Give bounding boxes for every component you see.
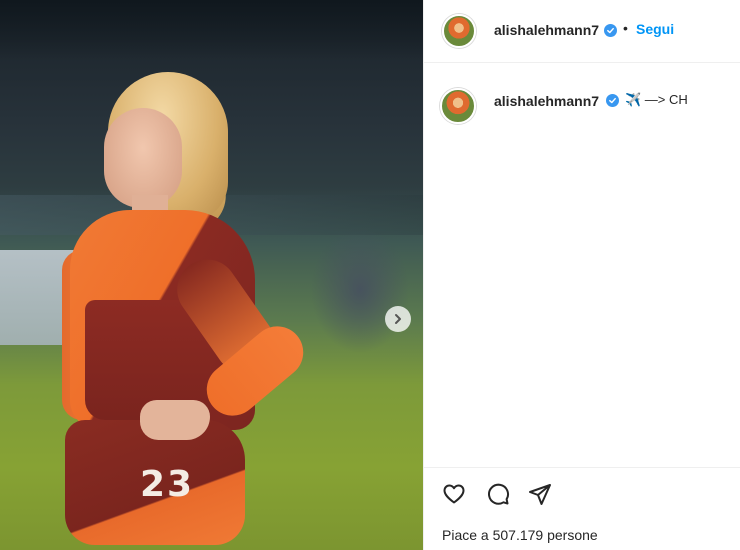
like-button[interactable]	[441, 481, 467, 507]
paper-plane-icon	[529, 484, 551, 505]
shirt-number: 23	[140, 464, 195, 505]
post-header: alishalehmann7 • Segui	[424, 0, 740, 63]
player-face	[104, 108, 182, 208]
author-username[interactable]: alishalehmann7	[494, 22, 599, 38]
post-media[interactable]: 23	[0, 0, 423, 550]
heart-icon	[443, 484, 465, 504]
likes-count[interactable]: Piace a 507.179 persone	[442, 527, 598, 543]
post-sidebar: alishalehmann7 • Segui alishalehmann7 ✈️…	[423, 0, 740, 550]
player-hand	[140, 400, 210, 440]
chevron-right-icon	[395, 314, 401, 324]
author-avatar[interactable]	[442, 14, 476, 48]
caption-text: ✈️ —> CH	[625, 92, 688, 107]
caption-username[interactable]: alishalehmann7	[494, 93, 599, 109]
share-button[interactable]	[527, 481, 553, 507]
comment-button[interactable]	[485, 481, 511, 507]
actions-divider	[424, 467, 740, 468]
caption-author-avatar[interactable]	[440, 88, 476, 124]
separator-dot: •	[623, 20, 628, 36]
verified-badge-icon	[606, 94, 619, 107]
comment-bubble-icon	[488, 483, 510, 505]
stadium-stands	[0, 0, 423, 60]
verified-badge-icon	[604, 24, 617, 37]
follow-button[interactable]: Segui	[636, 21, 674, 37]
carousel-next-button[interactable]	[385, 306, 411, 332]
